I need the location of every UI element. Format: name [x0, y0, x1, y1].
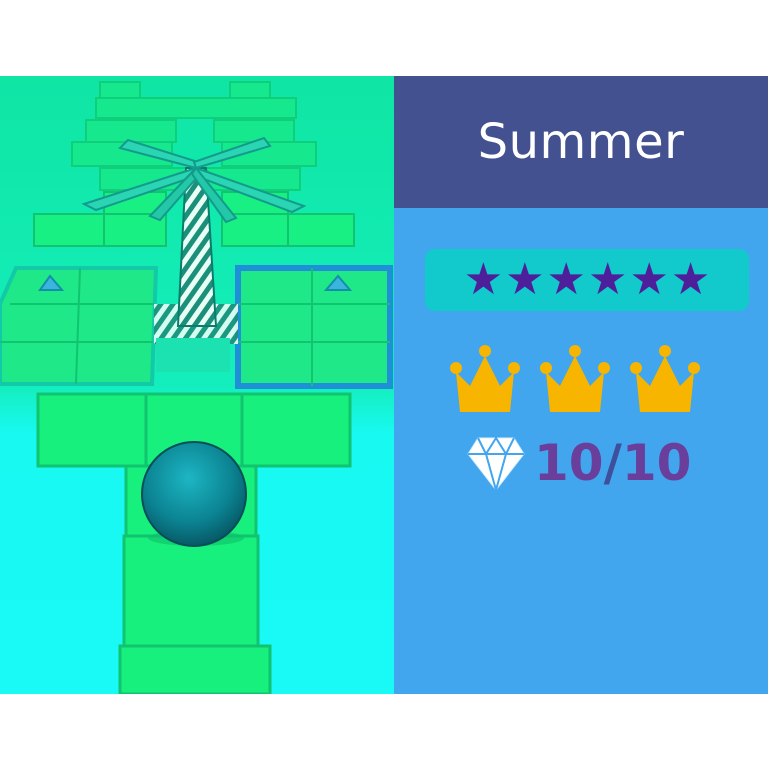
- gem-count: 10/10: [534, 434, 691, 492]
- game-scene: [0, 76, 394, 694]
- crown-icon: [630, 345, 700, 412]
- star-icon: ★: [588, 254, 628, 305]
- player-ball: [141, 441, 247, 547]
- gems-separator: /: [603, 434, 622, 492]
- left-platform: [0, 266, 159, 386]
- gem-counter: 10/10: [466, 428, 691, 498]
- diamond-icon: [467, 436, 525, 492]
- level-info-panel: Summer ★ ★ ★ ★ ★ ★ 10/10: [394, 76, 768, 694]
- crown-icon: [450, 345, 520, 412]
- level-preview: [0, 76, 394, 694]
- star-icon: ★: [505, 254, 545, 305]
- level-title: Summer: [477, 114, 685, 170]
- star-icon: ★: [463, 254, 504, 305]
- star-icon: ★: [546, 254, 586, 305]
- panel-header: Summer: [394, 76, 768, 208]
- star-icon: ★: [670, 254, 711, 305]
- star-icon: ★: [629, 254, 669, 305]
- gems-collected: 10: [534, 434, 604, 492]
- star-rating-bar: ★ ★ ★ ★ ★ ★: [425, 249, 749, 311]
- gems-total: 10: [621, 434, 692, 492]
- star-rating: ★ ★ ★ ★ ★ ★: [464, 258, 711, 302]
- crown-icon: [540, 345, 610, 412]
- crown-progress: [448, 342, 708, 418]
- right-platform: [235, 265, 393, 389]
